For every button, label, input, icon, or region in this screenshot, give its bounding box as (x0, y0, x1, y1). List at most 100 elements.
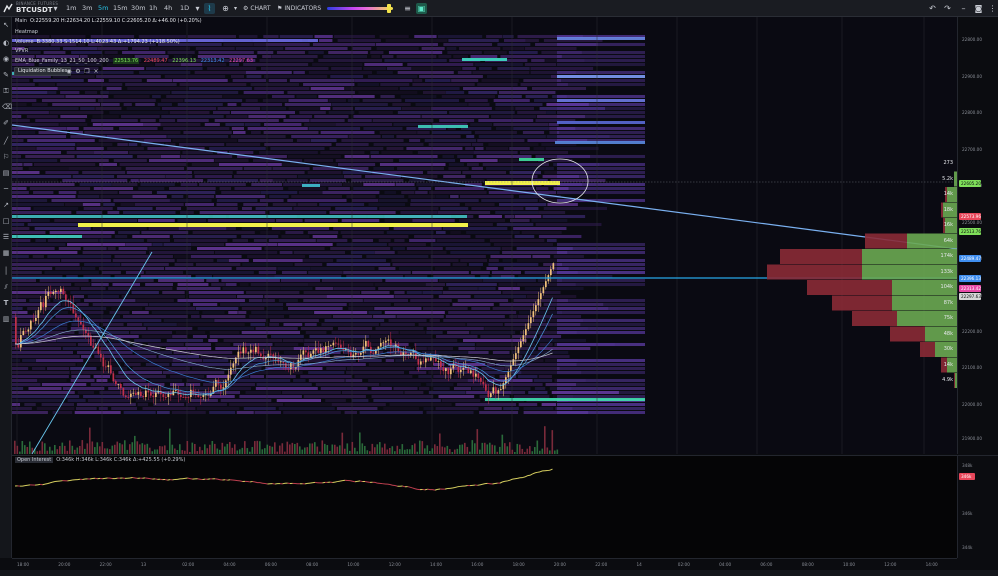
close-icon[interactable]: × (92, 67, 100, 76)
heatmap-candles-svg[interactable] (12, 17, 957, 454)
heatmap-cell (443, 319, 511, 322)
time-axis[interactable]: 18:00 20:00 22:00 13 02:00 04:00 06:00 08:00 10:… (12, 558, 957, 570)
heatmap-cell (97, 47, 129, 50)
heatmap-cell (368, 363, 432, 366)
heatmap-cell (119, 127, 158, 130)
brush-icon[interactable]: ✐ (2, 119, 10, 127)
heatmap-cell (12, 367, 29, 370)
rectangle-icon[interactable]: □ (2, 217, 10, 225)
volume-bar (449, 449, 451, 454)
heatmap-cell (478, 287, 496, 290)
copy-icon[interactable]: ❐ (83, 67, 91, 76)
more-icon[interactable]: ⋮ (987, 3, 998, 14)
volume-bar (201, 450, 204, 454)
volume-bar (274, 442, 276, 454)
heatmap-cell (557, 155, 645, 158)
timeframe-30m[interactable]: 30m (129, 3, 148, 14)
indicators-button[interactable]: ⚑ INDICATORS (277, 3, 321, 14)
heatmap-cell (176, 287, 221, 290)
ray-icon[interactable]: ↗ (2, 201, 10, 209)
volume-bar (524, 451, 526, 454)
heatmap-cell (12, 107, 79, 110)
heatmap-cell (54, 219, 103, 222)
volume-bar (549, 450, 551, 454)
heatmap-cell (557, 63, 645, 66)
heatmap-cell (248, 299, 263, 302)
eye-icon[interactable]: ◉ (65, 67, 73, 76)
price-axis[interactable]: 22800.0022900.0022800.0022700.0022600.00… (957, 17, 998, 454)
ruler-icon[interactable]: ▤ (2, 169, 10, 177)
heatmap-intensity-slider[interactable] (327, 7, 393, 10)
settings-icon[interactable]: ≡ (402, 3, 413, 14)
timeframe-3m[interactable]: 3m (80, 3, 94, 14)
heatmap-cell (196, 407, 240, 410)
pencil-icon[interactable]: ✎ (2, 71, 10, 79)
candle (20, 335, 22, 348)
heatmap-cell (93, 187, 134, 190)
lock-icon[interactable]: ⚿ (2, 87, 10, 95)
price-chart[interactable] (12, 17, 957, 454)
vpvr-volume-label: 5.2k (942, 175, 953, 182)
minus-icon[interactable]: – (958, 3, 969, 14)
heatmap-cell (32, 367, 46, 370)
undo-icon[interactable]: ↶ (927, 3, 938, 14)
heatmap-cell (319, 39, 333, 42)
layout-icon[interactable]: ▣ (416, 3, 427, 14)
redo-icon[interactable]: ↷ (942, 3, 953, 14)
grid-icon[interactable]: ▦ (2, 249, 10, 257)
vertical-line-icon[interactable]: │ (2, 267, 10, 275)
heatmap-cell (293, 251, 346, 254)
liquidation-bubbles-legend[interactable]: Liquidation Bubbles (14, 67, 72, 76)
volume-bar (106, 448, 109, 454)
timeframe-4h[interactable]: 4h (162, 3, 174, 14)
heatmap-cell (384, 59, 447, 62)
chevron-down-icon[interactable]: ▾ (230, 3, 241, 14)
candle-type-icon[interactable]: ⌇ (204, 3, 215, 14)
heatmap-cell (250, 323, 266, 326)
text-icon[interactable]: T (2, 299, 10, 307)
symbol-selector[interactable]: BTCUSDT (16, 6, 53, 14)
horizontal-line-icon[interactable]: ─ (2, 185, 10, 193)
candle (60, 288, 62, 292)
heatmap-cell (177, 219, 207, 222)
oi-axis[interactable]: 348k 346k 344k 346k (957, 455, 998, 558)
table-icon[interactable]: ▥ (2, 315, 10, 323)
chevron-down-icon[interactable]: ▾ (192, 3, 203, 14)
heatmap-cell (502, 291, 561, 294)
slider-handle[interactable] (387, 4, 391, 13)
heatmap-cell (179, 83, 247, 86)
volume-bar (39, 450, 41, 454)
heatmap-cell (29, 187, 91, 190)
timeframe-15m[interactable]: 15m (111, 3, 130, 14)
candle (527, 323, 530, 330)
volume-bar (436, 446, 439, 454)
chevron-down-icon[interactable]: ▾ (50, 3, 61, 14)
timeframe-5m[interactable]: 5m (96, 3, 110, 14)
app-logo-icon (3, 3, 13, 13)
candle (355, 353, 357, 355)
open-interest-panel[interactable] (12, 455, 957, 558)
heatmap-cell (495, 103, 543, 106)
heatmap-cell (163, 127, 230, 130)
cursor-icon[interactable]: ↖ (2, 21, 10, 29)
oi-line-segment (322, 481, 326, 484)
heatmap-cell (375, 327, 424, 330)
camera-icon[interactable]: ◙ (973, 3, 984, 14)
timeframe-1m[interactable]: 1m (64, 3, 78, 14)
heatmap-cell (132, 195, 167, 198)
trendline-icon[interactable]: ╱ (2, 137, 10, 145)
volume-bar (51, 450, 54, 454)
eye-icon[interactable]: ◉ (2, 55, 10, 63)
heatmap-cell (363, 67, 386, 70)
heatmap-cell (513, 127, 549, 130)
settings-icon[interactable]: ⚙ (74, 67, 82, 76)
magnet-icon[interactable]: ◐ (2, 39, 10, 47)
time-label: 14:00 (925, 562, 938, 567)
timeframe-1d[interactable]: 1D (178, 3, 191, 14)
flag-icon[interactable]: ⚐ (2, 153, 10, 161)
channel-icon[interactable]: ⫽ (2, 283, 10, 291)
timeframe-1h[interactable]: 1h (147, 3, 159, 14)
chart-settings-button[interactable]: ⚙ CHART (243, 3, 271, 14)
fib-icon[interactable]: ☰ (2, 233, 10, 241)
trash-icon[interactable]: ⌫ (2, 103, 12, 111)
